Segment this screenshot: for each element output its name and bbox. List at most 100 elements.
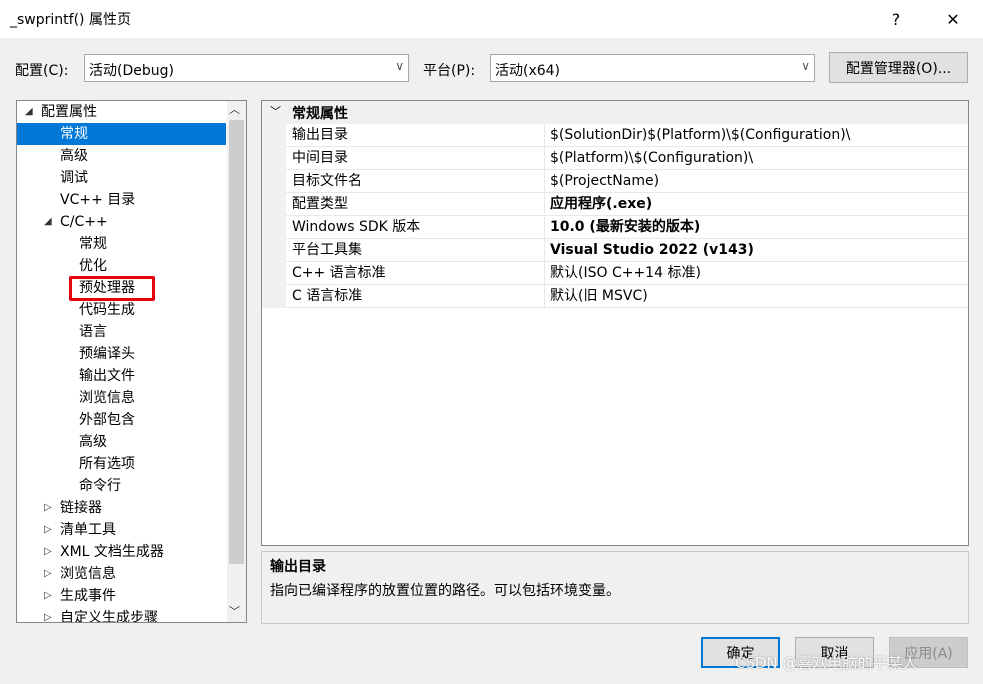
config-manager-button[interactable]: 配置管理器(O)... (829, 52, 968, 83)
property-name: Windows SDK 版本 (292, 219, 421, 235)
property-value[interactable]: $(Platform)\$(Configuration)\ (550, 147, 753, 170)
tree-item-label: 链接器 (60, 500, 102, 516)
column-divider (544, 124, 545, 146)
tree-item[interactable]: 调试 (17, 167, 226, 189)
config-combobox[interactable]: 活动(Debug) ∨ (84, 54, 409, 82)
tree-item[interactable]: 预编译头 (17, 343, 226, 365)
tree-item[interactable]: VC++ 目录 (17, 189, 226, 211)
tree-item[interactable]: 代码生成 (17, 299, 226, 321)
tree-item-label: 浏览信息 (60, 566, 116, 582)
column-divider (544, 170, 545, 192)
tree-item-label: VC++ 目录 (60, 192, 136, 208)
tree-item-label: 语言 (79, 324, 107, 340)
watermark: CSDN @喜欢电脑的平某人 (735, 654, 918, 672)
tree-item[interactable]: 语言 (17, 321, 226, 343)
tree-item[interactable]: ▷ 生成事件 (17, 585, 226, 607)
property-name: 目标文件名 (292, 173, 362, 189)
property-row[interactable]: 平台工具集 Visual Studio 2022 (v143) (286, 239, 968, 262)
tree-item[interactable]: ▷ 自定义生成步骤 (17, 607, 226, 623)
property-value[interactable]: 默认(ISO C++14 标准) (550, 262, 701, 285)
help-button[interactable]: ? (873, 0, 919, 38)
tree-item-label: 命令行 (79, 478, 121, 494)
property-grid: ﹀ 常规属性 输出目录 $(SolutionDir)$(Platform)\$(C… (261, 100, 969, 546)
tree-item-label: C/C++ (60, 214, 108, 230)
tree-item[interactable]: 高级 (17, 431, 226, 453)
tree-item[interactable]: 所有选项 (17, 453, 226, 475)
collapsed-arrow-icon[interactable]: ▷ (44, 563, 52, 585)
tree-item[interactable]: 浏览信息 (17, 387, 226, 409)
tree-item[interactable]: ▷ XML 文档生成器 (17, 541, 226, 563)
config-value: 活动(Debug) (89, 63, 174, 79)
property-row[interactable]: 中间目录 $(Platform)\$(Configuration)\ (286, 147, 968, 170)
property-name: 平台工具集 (292, 242, 362, 258)
scrollbar-thumb[interactable] (229, 120, 244, 564)
collapse-chevron-icon[interactable]: ﹀ (270, 103, 281, 119)
column-divider (544, 262, 545, 284)
tree-item-label: 高级 (79, 434, 107, 450)
red-highlight-box (69, 276, 155, 301)
config-label: 配置(C): (15, 63, 69, 79)
scroll-up-arrow-icon[interactable]: ︿ (229, 101, 240, 117)
tree-item[interactable]: 命令行 (17, 475, 226, 497)
property-value[interactable]: Visual Studio 2022 (v143) (550, 239, 754, 262)
tree-item-label: 输出文件 (79, 368, 135, 384)
property-row[interactable]: 目标文件名 $(ProjectName) (286, 170, 968, 193)
platform-value: 活动(x64) (495, 63, 561, 79)
property-value[interactable]: $(SolutionDir)$(Platform)\$(Configuratio… (550, 124, 850, 147)
tree-item[interactable]: ◢ C/C++ (17, 211, 226, 233)
property-value[interactable]: $(ProjectName) (550, 170, 659, 193)
grid-section-header[interactable]: ﹀ 常规属性 (262, 101, 968, 124)
tree-item[interactable]: 优化 (17, 255, 226, 277)
tree-item-label: 调试 (60, 170, 88, 186)
property-value[interactable]: 10.0 (最新安装的版本) (550, 216, 700, 239)
collapsed-arrow-icon[interactable]: ▷ (44, 541, 52, 563)
column-divider (544, 216, 545, 238)
column-divider (544, 239, 545, 261)
collapsed-arrow-icon[interactable]: ▷ (44, 607, 52, 622)
tree-item-label: 代码生成 (79, 302, 135, 318)
property-value[interactable]: 应用程序(.exe) (550, 193, 652, 216)
tree-item-label: 配置属性 (41, 104, 97, 120)
tree-item-label: 自定义生成步骤 (60, 610, 158, 623)
tree-item[interactable]: ▷ 链接器 (17, 497, 226, 519)
chevron-down-icon: ∨ (801, 59, 810, 73)
collapsed-arrow-icon[interactable]: ▷ (44, 585, 52, 607)
tree-item-label: 外部包含 (79, 412, 135, 428)
tree-item[interactable]: ▷ 清单工具 (17, 519, 226, 541)
property-row[interactable]: Windows SDK 版本 10.0 (最新安装的版本) (286, 216, 968, 239)
tree-item-label: 清单工具 (60, 522, 116, 538)
title-bar: _swprintf() 属性页 ? ✕ (0, 0, 983, 38)
expanded-arrow-icon[interactable]: ◢ (44, 211, 52, 233)
tree-item[interactable]: 外部包含 (17, 409, 226, 431)
section-title: 常规属性 (292, 106, 348, 122)
tree-item[interactable]: 输出文件 (17, 365, 226, 387)
platform-combobox[interactable]: 活动(x64) ∨ (490, 54, 815, 82)
property-row[interactable]: C 语言标准 默认(旧 MSVC) (286, 285, 968, 308)
property-row[interactable]: 配置类型 应用程序(.exe) (286, 193, 968, 216)
description-title: 输出目录 (270, 559, 326, 575)
tree-item-label: 常规 (60, 126, 88, 142)
column-divider (544, 285, 545, 307)
description-panel: 输出目录 指向已编译程序的放置位置的路径。可以包括环境变量。 (261, 551, 969, 624)
property-row[interactable]: C++ 语言标准 默认(ISO C++14 标准) (286, 262, 968, 285)
property-tree[interactable]: ◢ 配置属性 常规 高级 调试 VC++ 目录 ◢ C/C++ 常规 优化 预处理器 代码生成 语言 预编… (16, 100, 247, 623)
tree-item[interactable]: 常规 (17, 233, 226, 255)
chevron-down-icon: ∨ (395, 59, 404, 73)
tree-item-label: 所有选项 (79, 456, 135, 472)
collapsed-arrow-icon[interactable]: ▷ (44, 497, 52, 519)
property-name: 配置类型 (292, 196, 348, 212)
close-button[interactable]: ✕ (930, 0, 976, 38)
property-value[interactable]: 默认(旧 MSVC) (550, 285, 648, 308)
expanded-arrow-icon[interactable]: ◢ (25, 101, 33, 123)
collapsed-arrow-icon[interactable]: ▷ (44, 519, 52, 541)
column-divider (544, 193, 545, 215)
tree-item[interactable]: ◢ 配置属性 (17, 101, 226, 123)
platform-label: 平台(P): (423, 63, 476, 79)
property-name: 中间目录 (292, 150, 348, 166)
property-row[interactable]: 输出目录 $(SolutionDir)$(Platform)\$(Configur… (286, 124, 968, 147)
scroll-down-arrow-icon[interactable]: ﹀ (229, 603, 240, 619)
tree-item[interactable]: ▷ 浏览信息 (17, 563, 226, 585)
tree-item[interactable]: 常规 (17, 123, 226, 145)
tree-item[interactable]: 高级 (17, 145, 226, 167)
tree-item-label: 浏览信息 (79, 390, 135, 406)
